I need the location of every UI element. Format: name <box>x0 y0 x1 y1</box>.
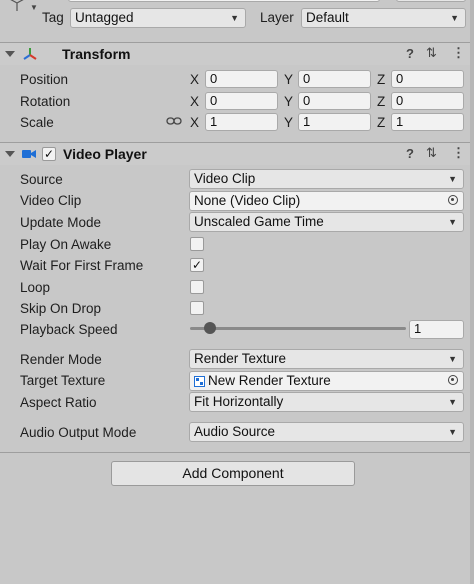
playback-speed-slider-thumb[interactable] <box>204 322 216 334</box>
video-clip-value: None (Video Clip) <box>194 193 301 208</box>
layer-dropdown[interactable]: Default ▼ <box>301 8 466 28</box>
add-component-label: Add Component <box>182 465 284 481</box>
target-texture-label: Target Texture <box>20 373 106 388</box>
audio-output-label: Audio Output Mode <box>20 425 137 440</box>
tag-label: Tag <box>42 10 64 25</box>
x-axis-label[interactable]: X <box>190 72 199 87</box>
audio-output-dropdown[interactable]: Audio Source ▼ <box>189 422 464 442</box>
z-axis-label[interactable]: Z <box>377 72 385 87</box>
name-field-strip[interactable] <box>68 0 380 2</box>
z-axis-label[interactable]: Z <box>377 115 385 130</box>
wait-first-frame-checkbox[interactable]: ✓ <box>190 258 204 272</box>
constrain-proportions-icon[interactable] <box>166 115 182 127</box>
wait-first-frame-label: Wait For First Frame <box>20 258 144 273</box>
loop-label: Loop <box>20 280 51 295</box>
y-axis-label[interactable]: Y <box>284 72 293 87</box>
kebab-menu-icon[interactable]: ⋮ <box>452 45 465 61</box>
position-z-field[interactable]: 0 <box>391 70 464 88</box>
source-value: Video Clip <box>194 171 256 186</box>
rotation-label: Rotation <box>20 94 71 109</box>
y-axis-label[interactable]: Y <box>284 94 293 109</box>
aspect-ratio-dropdown[interactable]: Fit Horizontally ▼ <box>189 392 464 412</box>
add-component-button[interactable]: Add Component <box>111 461 355 486</box>
video-clip-label: Video Clip <box>20 193 82 208</box>
component-enabled-checkbox[interactable]: ✓ <box>42 147 56 161</box>
x-axis-label[interactable]: X <box>190 115 199 130</box>
transform-header[interactable]: Transform ? ⇅ ⋮ <box>0 42 474 65</box>
video-camera-icon <box>22 150 36 158</box>
rotation-z-field[interactable]: 0 <box>391 92 464 110</box>
target-texture-field[interactable]: New Render Texture <box>189 371 464 391</box>
scale-y-field[interactable]: 1 <box>298 113 371 131</box>
chevron-down-icon[interactable]: ▼ <box>30 3 38 12</box>
z-axis-label[interactable]: Z <box>377 94 385 109</box>
help-icon[interactable]: ? <box>406 46 414 61</box>
static-dropdown-strip[interactable] <box>396 0 466 2</box>
update-mode-value: Unscaled Game Time <box>194 214 324 229</box>
gameobject-cube-icon <box>10 0 24 11</box>
component-divider <box>0 452 474 453</box>
scale-z-field[interactable]: 1 <box>391 113 464 131</box>
render-texture-icon <box>194 376 205 387</box>
object-header: ▼ Tag Untagged ▼ Layer Default ▼ <box>0 0 474 38</box>
kebab-menu-icon[interactable]: ⋮ <box>452 145 465 161</box>
video-player-header[interactable]: ✓ Video Player ? ⇅ ⋮ <box>0 142 474 165</box>
foldout-arrow-icon[interactable] <box>5 151 15 157</box>
scrollbar-edge[interactable] <box>470 0 474 584</box>
target-texture-value: New Render Texture <box>208 373 331 388</box>
chevron-down-icon: ▼ <box>230 13 239 23</box>
object-picker-icon[interactable] <box>448 195 458 205</box>
skip-on-drop-label: Skip On Drop <box>20 301 102 316</box>
y-axis-label[interactable]: Y <box>284 115 293 130</box>
chevron-down-icon: ▼ <box>448 354 457 364</box>
layer-label: Layer <box>260 10 294 25</box>
presets-icon[interactable]: ⇅ <box>426 145 437 161</box>
layer-value: Default <box>306 10 349 25</box>
object-picker-icon[interactable] <box>448 375 458 385</box>
x-axis-label[interactable]: X <box>190 94 199 109</box>
position-y-field[interactable]: 0 <box>298 70 371 88</box>
aspect-ratio-value: Fit Horizontally <box>194 394 284 409</box>
help-icon[interactable]: ? <box>406 146 414 161</box>
checkmark-icon: ✓ <box>191 258 203 272</box>
update-mode-label: Update Mode <box>20 215 102 230</box>
source-label: Source <box>20 172 63 187</box>
scale-label: Scale <box>20 115 54 130</box>
chevron-down-icon: ▼ <box>448 174 457 184</box>
source-dropdown[interactable]: Video Clip ▼ <box>189 169 464 189</box>
scale-x-field[interactable]: 1 <box>205 113 278 131</box>
position-label: Position <box>20 72 69 87</box>
loop-checkbox[interactable] <box>190 280 204 294</box>
playback-speed-field[interactable]: 1 <box>409 320 464 339</box>
play-on-awake-label: Play On Awake <box>20 237 112 252</box>
playback-speed-label: Playback Speed <box>20 322 118 337</box>
render-mode-value: Render Texture <box>194 351 287 366</box>
play-on-awake-checkbox[interactable] <box>190 237 204 251</box>
skip-on-drop-checkbox[interactable] <box>190 301 204 315</box>
chevron-down-icon: ▼ <box>448 397 457 407</box>
audio-output-value: Audio Source <box>194 424 276 439</box>
rotation-x-field[interactable]: 0 <box>205 92 278 110</box>
chevron-down-icon: ▼ <box>448 427 457 437</box>
chevron-down-icon: ▼ <box>450 13 459 23</box>
render-mode-dropdown[interactable]: Render Texture ▼ <box>189 349 464 369</box>
aspect-ratio-label: Aspect Ratio <box>20 395 97 410</box>
rotation-y-field[interactable]: 0 <box>298 92 371 110</box>
position-x-field[interactable]: 0 <box>205 70 278 88</box>
playback-speed-slider-track[interactable] <box>190 327 406 330</box>
checkmark-icon: ✓ <box>43 147 55 161</box>
update-mode-dropdown[interactable]: Unscaled Game Time ▼ <box>189 212 464 232</box>
foldout-arrow-icon[interactable] <box>5 51 15 57</box>
tag-dropdown[interactable]: Untagged ▼ <box>70 8 246 28</box>
video-player-title: Video Player <box>63 146 147 162</box>
presets-icon[interactable]: ⇅ <box>426 45 437 61</box>
tag-value: Untagged <box>75 10 134 25</box>
transform-title: Transform <box>62 46 131 62</box>
chevron-down-icon: ▼ <box>448 217 457 227</box>
render-mode-label: Render Mode <box>20 352 102 367</box>
transform-axes-icon <box>23 48 37 60</box>
video-clip-field[interactable]: None (Video Clip) <box>189 191 464 211</box>
